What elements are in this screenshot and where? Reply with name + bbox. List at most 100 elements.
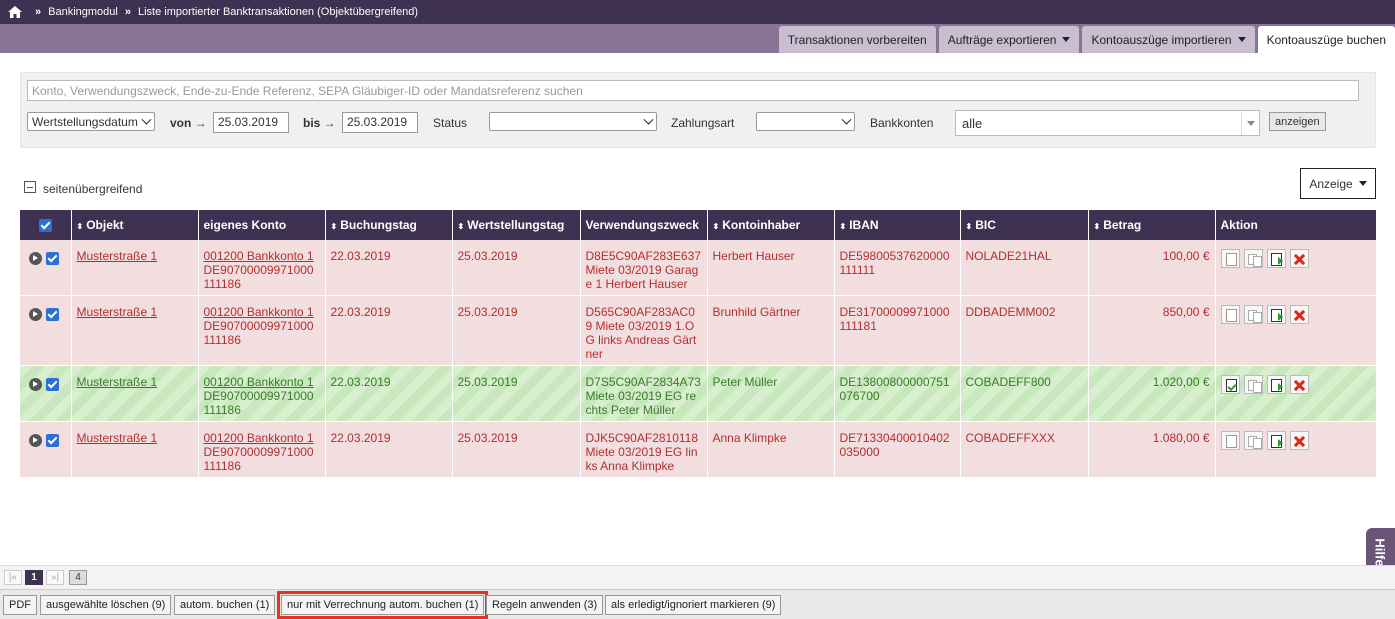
cell-verwendungszweck: D565C90AF283AC09 Miete 03/2019 1.OG link… bbox=[580, 295, 708, 366]
chevron-down-icon bbox=[643, 114, 654, 125]
expand-row-icon[interactable] bbox=[29, 308, 42, 322]
breadcrumb-bankingmodul[interactable]: Bankingmodul bbox=[48, 6, 118, 18]
delete-icon[interactable] bbox=[1289, 375, 1309, 394]
tab-kontoauszuege-buchen[interactable]: Kontoauszüge buchen bbox=[1257, 26, 1395, 53]
apply-rules-button[interactable]: Regeln anwenden (3) bbox=[486, 595, 604, 615]
objekt-link[interactable]: Musterstraße 1 bbox=[77, 375, 158, 389]
cell-buchungstag: 22.03.2019 bbox=[325, 295, 453, 366]
mark-done-button[interactable]: als erledigt/ignoriert markieren (9) bbox=[605, 595, 782, 615]
konto-link[interactable]: 001200 Bankkonto 1 bbox=[204, 305, 314, 319]
assign-document-icon[interactable] bbox=[1266, 305, 1286, 324]
cell-aktion bbox=[1215, 421, 1377, 478]
delete-icon[interactable] bbox=[1289, 431, 1309, 450]
breadcrumb-current: Liste importierter Banktransaktionen (Ob… bbox=[137, 6, 418, 18]
konto-iban: DE90700009971000111186 bbox=[203, 389, 314, 417]
table-row: Musterstraße 1 001200 Bankkonto 1 DE907000… bbox=[20, 365, 1377, 422]
view-button[interactable]: Anzeige bbox=[1300, 168, 1376, 199]
assign-document-icon[interactable] bbox=[1266, 375, 1286, 394]
tab-kontoauszuege-importieren[interactable]: Kontoauszüge importieren bbox=[1082, 26, 1255, 53]
breadcrumb-separator: » bbox=[35, 6, 42, 18]
bank-accounts-value: alle bbox=[962, 115, 983, 131]
table-row: Musterstraße 1 001200 Bankkonto 1 DE907000… bbox=[20, 240, 1377, 296]
table-row: Musterstraße 1 001200 Bankkonto 1 DE907000… bbox=[20, 421, 1377, 478]
assign-document-icon[interactable] bbox=[1266, 249, 1286, 268]
cell-kontoinhaber: Anna Klimpke bbox=[707, 421, 835, 478]
to-date-input[interactable]: 25.03.2019 bbox=[342, 112, 418, 133]
book-document-icon[interactable] bbox=[1220, 249, 1240, 268]
payment-type-select[interactable] bbox=[756, 112, 855, 131]
pager: |« 1 »| 4 bbox=[0, 565, 1395, 589]
split-document-icon[interactable] bbox=[1243, 431, 1263, 450]
header-label: Aktion bbox=[1220, 218, 1258, 232]
objekt-link[interactable]: Musterstraße 1 bbox=[77, 431, 158, 445]
auto-book-with-offset-button[interactable]: nur mit Verrechnung autom. buchen (1) bbox=[276, 591, 489, 619]
auto-book-button[interactable]: autom. buchen (1) bbox=[174, 595, 276, 615]
header-verwendungszweck: Verwendungszweck bbox=[580, 210, 708, 240]
split-document-icon[interactable] bbox=[1243, 249, 1263, 268]
row-checkbox[interactable] bbox=[46, 252, 59, 266]
expand-row-icon[interactable] bbox=[29, 434, 42, 448]
konto-link[interactable]: 001200 Bankkonto 1 bbox=[204, 375, 314, 389]
show-button[interactable]: anzeigen bbox=[1269, 112, 1326, 131]
header-eigenes-konto: eigenes Konto bbox=[198, 210, 326, 240]
home-icon[interactable] bbox=[8, 6, 22, 18]
pager-first-button[interactable]: |« bbox=[4, 570, 22, 585]
konto-link[interactable]: 001200 Bankkonto 1 bbox=[204, 249, 314, 263]
cell-betrag: 100,00 € bbox=[1088, 240, 1216, 296]
row-checkbox[interactable] bbox=[46, 434, 59, 448]
header-label: Buchungstag bbox=[340, 218, 417, 232]
objekt-link[interactable]: Musterstraße 1 bbox=[77, 249, 158, 263]
book-document-icon[interactable] bbox=[1220, 305, 1240, 324]
row-controls bbox=[20, 421, 72, 478]
pager-current-page[interactable]: 1 bbox=[25, 570, 43, 585]
header-betrag[interactable]: ⬍ Betrag bbox=[1088, 210, 1216, 240]
header-iban[interactable]: ⬍ IBAN bbox=[834, 210, 961, 240]
search-input[interactable] bbox=[27, 80, 1359, 101]
from-date-input[interactable]: 25.03.2019 bbox=[213, 112, 289, 133]
cell-verwendungszweck: D7S5C90AF2834A73 Miete 03/2019 EG rechts… bbox=[580, 365, 708, 422]
pdf-button[interactable]: PDF bbox=[3, 595, 37, 615]
header-label: eigenes Konto bbox=[203, 218, 287, 232]
cross-page-checkbox[interactable] bbox=[24, 181, 36, 193]
cell-aktion bbox=[1215, 365, 1377, 422]
header-buchungstag[interactable]: ⬍ Buchungstag bbox=[325, 210, 453, 240]
delete-selected-button[interactable]: ausgewählte löschen (9) bbox=[40, 595, 172, 615]
split-document-icon[interactable] bbox=[1243, 305, 1263, 324]
delete-icon[interactable] bbox=[1289, 249, 1309, 268]
cell-iban: DE71330400010402035000 bbox=[834, 421, 961, 478]
pager-last-button[interactable]: »| bbox=[46, 570, 64, 585]
book-document-icon[interactable] bbox=[1220, 431, 1240, 450]
bank-accounts-select[interactable]: alle bbox=[955, 110, 1260, 136]
split-document-icon[interactable] bbox=[1243, 375, 1263, 394]
cross-page-label: seitenübergreifend bbox=[43, 182, 143, 196]
cell-wertstellungstag: 25.03.2019 bbox=[452, 295, 581, 366]
date-type-value: Wertstellungsdatum bbox=[32, 114, 138, 129]
header-wertstellungstag[interactable]: ⬍ Wertstellungstag bbox=[452, 210, 581, 240]
row-checkbox[interactable] bbox=[46, 378, 59, 392]
header-objekt[interactable]: ⬍ Objekt bbox=[71, 210, 199, 240]
header-kontoinhaber[interactable]: ⬍ Kontoinhaber bbox=[707, 210, 835, 240]
tab-transaktionen-vorbereiten[interactable]: Transaktionen vorbereiten bbox=[778, 26, 936, 53]
expand-row-icon[interactable] bbox=[29, 252, 42, 266]
cell-objekt: Musterstraße 1 bbox=[71, 295, 199, 366]
cell-buchungstag: 22.03.2019 bbox=[325, 240, 453, 296]
konto-link[interactable]: 001200 Bankkonto 1 bbox=[204, 431, 314, 445]
select-all-checkbox[interactable] bbox=[38, 219, 52, 233]
breadcrumb-separator: » bbox=[124, 6, 131, 18]
chevron-down-icon bbox=[141, 114, 152, 125]
cell-bic: COBADEFF800 bbox=[960, 365, 1089, 422]
cell-verwendungszweck: D8E5C90AF283E637 Miete 03/2019 Garage 1 … bbox=[580, 240, 708, 296]
status-select[interactable] bbox=[489, 112, 657, 131]
assign-document-icon[interactable] bbox=[1266, 431, 1286, 450]
header-label: BIC bbox=[975, 218, 996, 232]
date-type-select[interactable]: Wertstellungsdatum bbox=[27, 112, 155, 131]
delete-icon[interactable] bbox=[1289, 305, 1309, 324]
tab-auftraege-exportieren[interactable]: Aufträge exportieren bbox=[938, 26, 1080, 53]
row-checkbox[interactable] bbox=[46, 308, 59, 322]
objekt-link[interactable]: Musterstraße 1 bbox=[77, 305, 158, 319]
transactions-table: ⬍ Objekt eigenes Konto ⬍ Buchungstag ⬍ Wert… bbox=[20, 210, 1377, 478]
tab-label: Kontoauszüge buchen bbox=[1266, 32, 1386, 47]
header-bic[interactable]: ⬍ BIC bbox=[960, 210, 1089, 240]
book-document-icon[interactable] bbox=[1220, 375, 1240, 394]
expand-row-icon[interactable] bbox=[29, 378, 42, 392]
